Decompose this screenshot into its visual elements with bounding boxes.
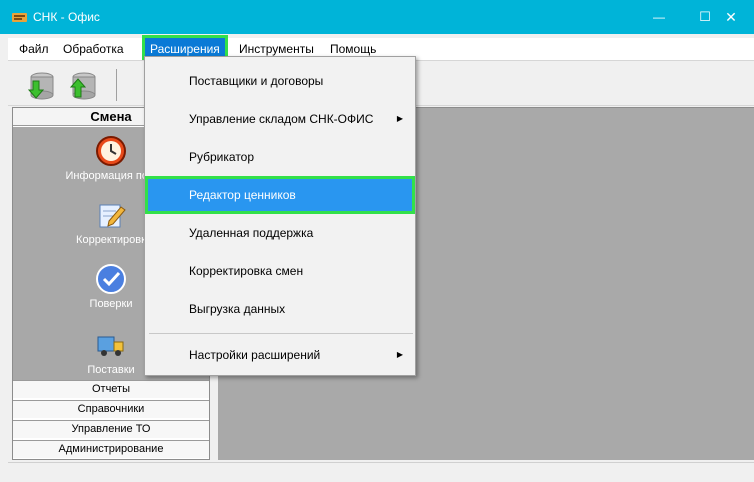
section-to-management[interactable]: Управление ТО [13, 420, 209, 438]
status-bar [8, 462, 754, 482]
menu-item-suppliers-contracts[interactable]: Поставщики и договоры [147, 64, 413, 98]
delivery-truck-icon [97, 336, 124, 356]
section-directories[interactable]: Справочники [13, 400, 209, 418]
menu-file[interactable]: Файл [14, 38, 54, 60]
close-icon: ✕ [725, 8, 737, 25]
submenu-arrow-icon: ▶ [396, 114, 403, 123]
extensions-dropdown-menu: Поставщики и договоры Управление складом… [144, 56, 416, 376]
title-bar: СНК - Офис — ☐ ✕ [0, 0, 754, 34]
edit-pencil-icon [99, 204, 126, 228]
menu-item-extension-settings[interactable]: Настройки расширений ▶ [147, 338, 413, 372]
menu-item-remote-support[interactable]: Удаленная поддержка [147, 216, 413, 250]
menu-item-label: Корректировка смен [189, 264, 304, 278]
close-button[interactable]: ✕ [708, 0, 754, 34]
menu-item-warehouse-management[interactable]: Управление складом СНК-ОФИС ▶ [147, 102, 413, 136]
menu-item-label: Удаленная поддержка [189, 226, 314, 240]
database-download-icon[interactable] [24, 69, 58, 103]
menu-item-label: Рубрикатор [189, 150, 255, 164]
window-title: СНК - Офис [33, 10, 100, 24]
database-upload-icon[interactable] [66, 69, 100, 103]
app-logo-icon [12, 13, 27, 22]
menu-item-data-export[interactable]: Выгрузка данных [147, 292, 413, 326]
menu-item-rubricator[interactable]: Рубрикатор [147, 140, 413, 174]
menu-processing[interactable]: Обработка [58, 38, 129, 60]
menu-item-label: Редактор ценников [189, 188, 296, 202]
checkmark-icon [96, 264, 126, 294]
menu-item-label: Поставщики и договоры [189, 74, 324, 88]
menu-item-label: Управление складом СНК-ОФИС [189, 112, 374, 126]
clock-icon [96, 136, 126, 166]
minimize-button[interactable]: — [636, 0, 682, 34]
section-administration[interactable]: Администрирование [13, 440, 209, 458]
minimize-icon: — [653, 10, 665, 24]
submenu-arrow-icon: ▶ [396, 350, 403, 359]
toolbar-separator [116, 69, 117, 101]
menu-item-price-tag-editor[interactable]: Редактор ценников [145, 176, 415, 214]
menu-item-label: Настройки расширений [189, 348, 321, 362]
menu-item-label: Выгрузка данных [189, 302, 286, 316]
menu-separator [149, 333, 413, 334]
menu-item-shift-correction[interactable]: Корректировка смен [147, 254, 413, 288]
section-reports[interactable]: Отчеты [13, 380, 209, 398]
